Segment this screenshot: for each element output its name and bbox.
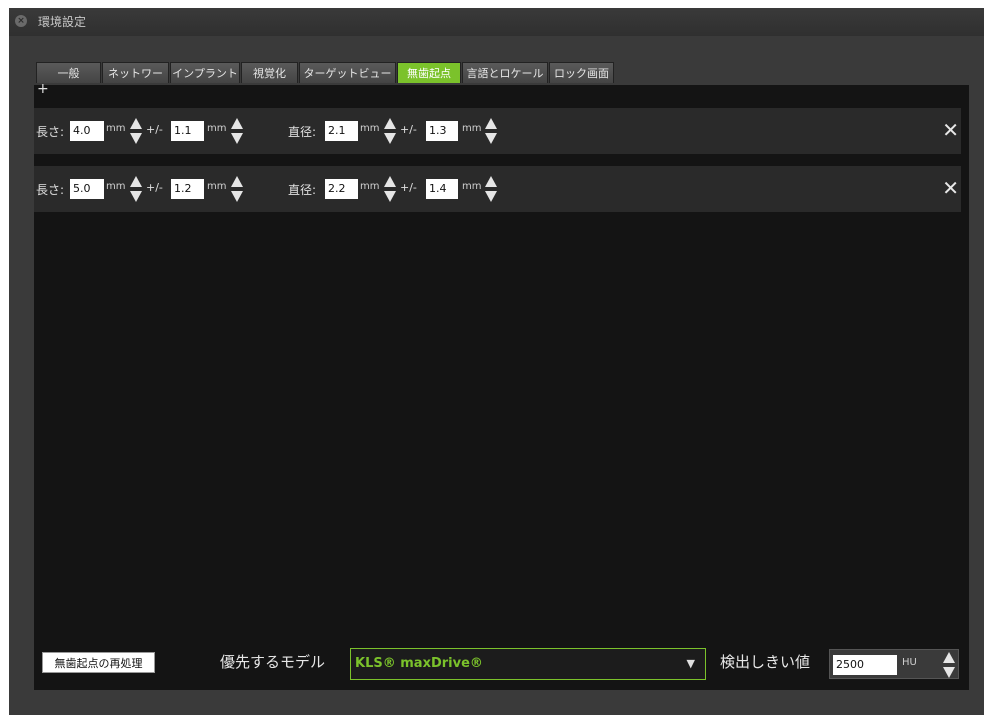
tab-network[interactable]: ネットワーク [102, 62, 169, 101]
tolerance-label: +/- [400, 181, 417, 194]
spinner-up-down-icon[interactable] [129, 175, 143, 203]
window-title: 環境設定 [38, 15, 87, 29]
tolerance-label: +/- [400, 123, 417, 136]
unit-label: mm [106, 123, 126, 134]
length-input[interactable]: 4.0 [70, 121, 104, 141]
tab-target-view[interactable]: ターゲットビュー [299, 62, 396, 83]
unit-label: mm [462, 181, 482, 192]
length-label: 長さ: [36, 125, 65, 139]
spinner-up-down-icon[interactable] [129, 117, 143, 145]
threshold-label: 検出しきい値 [720, 653, 811, 671]
preferred-model-dropdown[interactable]: KLS® maxDrive® ▼ [350, 648, 706, 680]
unit-label: mm [360, 123, 380, 134]
preferences-window: × 環境設定 一般 ネットワーク インプラント 視覚化 ターゲットビュー 無歯起… [9, 8, 984, 715]
length-tolerance-input[interactable]: 1.1 [171, 121, 204, 141]
size-row: 長さ: 5.0 mm +/- 1.2 mm 直径: 2.2 mm +/- 1.4… [34, 166, 961, 212]
reprocess-button[interactable]: 無歯起点の再処理 [42, 652, 155, 673]
diameter-input[interactable]: 2.1 [325, 121, 358, 141]
length-label: 長さ: [36, 183, 65, 197]
tab-general[interactable]: 一般 [36, 62, 101, 83]
add-row-button[interactable]: + [37, 81, 49, 97]
spinner-up-down-icon[interactable] [942, 651, 956, 679]
spinner-up-down-icon[interactable] [484, 117, 498, 145]
size-row: 長さ: 4.0 mm +/- 1.1 mm 直径: 2.1 mm +/- 1.3… [34, 108, 961, 154]
tolerance-label: +/- [146, 181, 163, 194]
tab-language-locale[interactable]: 言語とロケール [462, 62, 548, 83]
diameter-tolerance-input[interactable]: 1.3 [426, 121, 458, 141]
remove-row-icon[interactable]: ✕ [942, 118, 959, 142]
spinner-up-down-icon[interactable] [484, 175, 498, 203]
length-tolerance-input[interactable]: 1.2 [171, 179, 204, 199]
unit-label: mm [207, 181, 227, 192]
preferred-model-value: KLS® maxDrive® [355, 656, 483, 671]
tolerance-label: +/- [146, 123, 163, 136]
tab-implant[interactable]: インプラント [170, 62, 240, 83]
bottom-bar: 無歯起点の再処理 優先するモデル KLS® maxDrive® ▼ 検出しきい値… [34, 576, 969, 680]
spinner-up-down-icon[interactable] [230, 175, 244, 203]
tab-bar: 一般 ネットワーク インプラント 視覚化 ターゲットビュー 無歯起点 言語とロケ… [36, 62, 615, 101]
length-input[interactable]: 5.0 [70, 179, 104, 199]
threshold-field: 2500 HU [829, 649, 959, 679]
preferred-model-label: 優先するモデル [220, 653, 326, 671]
tab-lock-screen[interactable]: ロック画面 [549, 62, 614, 83]
unit-label: mm [106, 181, 126, 192]
diameter-label: 直径: [288, 125, 317, 139]
threshold-unit: HU [902, 657, 917, 668]
remove-row-icon[interactable]: ✕ [942, 176, 959, 200]
diameter-tolerance-input[interactable]: 1.4 [426, 179, 458, 199]
threshold-input[interactable]: 2500 [833, 655, 897, 675]
dropdown-arrow-icon: ▼ [686, 657, 695, 670]
tab-edentulous-origin[interactable]: 無歯起点 [397, 62, 461, 83]
spinner-up-down-icon[interactable] [383, 175, 397, 203]
tab-visualization[interactable]: 視覚化 [241, 62, 298, 83]
diameter-input[interactable]: 2.2 [325, 179, 358, 199]
unit-label: mm [462, 123, 482, 134]
unit-label: mm [360, 181, 380, 192]
close-window-icon[interactable]: × [15, 15, 27, 27]
spinner-up-down-icon[interactable] [383, 117, 397, 145]
title-bar: × 環境設定 [9, 8, 984, 36]
spinner-up-down-icon[interactable] [230, 117, 244, 145]
unit-label: mm [207, 123, 227, 134]
diameter-label: 直径: [288, 183, 317, 197]
